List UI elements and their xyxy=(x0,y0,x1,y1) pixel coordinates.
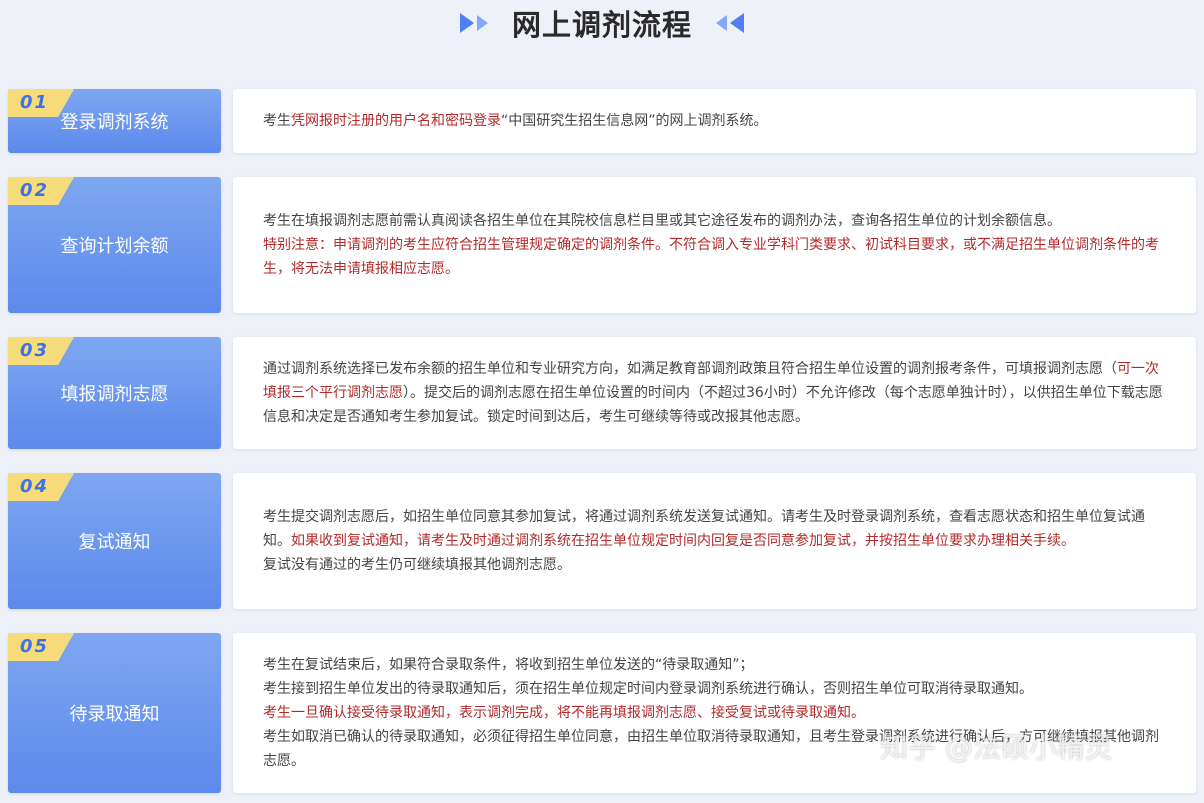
arrow-left-icon xyxy=(716,13,744,33)
step-label-card: 05 待录取通知 xyxy=(8,633,221,793)
step-label-card: 02 查询计划余额 xyxy=(8,177,221,313)
step-description: 考生在复试结束后，如果符合录取条件，将收到招生单位发送的“待录取通知”； 考生接… xyxy=(233,633,1196,793)
step-name: 复试通知 xyxy=(78,532,151,553)
step-number: 05 xyxy=(20,636,50,657)
step-number: 03 xyxy=(20,340,50,361)
step-name: 待录取通知 xyxy=(69,704,160,725)
description-line: 复试没有通过的考生仍可继续填报其他调剂志愿。 xyxy=(263,557,571,573)
warning-line: 考生一旦确认接受待录取通知，表示调剂完成，将不能再填报调剂志愿、接受复试或待录取… xyxy=(263,705,865,721)
description-line: 考生提交调剂志愿后，如招生单位同意其参加复试，将通过调剂系统发送复试通知。请考生… xyxy=(263,509,1145,549)
step-description: 通过调剂系统选择已发布余额的招生单位和专业研究方向，如满足教育部调剂政策且符合招… xyxy=(233,337,1196,449)
page-header: 网上调剂流程 xyxy=(0,0,1204,46)
step-number: 04 xyxy=(20,476,50,497)
watermark: 知乎 @法硕小精灵 xyxy=(880,731,1113,764)
step-2: 02 查询计划余额 考生在填报调剂志愿前需认真阅读各招生单位在其院校信息栏目里或… xyxy=(8,177,1196,313)
step-label-card: 01 登录调剂系统 xyxy=(8,89,221,153)
arrow-right-icon xyxy=(459,13,488,33)
step-name: 填报调剂志愿 xyxy=(60,384,169,405)
step-description: 考生提交调剂志愿后，如招生单位同意其参加复试，将通过调剂系统发送复试通知。请考生… xyxy=(233,473,1196,609)
step-description: 考生凭网报时注册的用户名和密码登录“中国研究生招生信息网”的网上调剂系统。 xyxy=(233,89,1196,153)
step-3: 03 填报调剂志愿 通过调剂系统选择已发布余额的招生单位和专业研究方向，如满足教… xyxy=(8,337,1196,449)
step-4: 04 复试通知 考生提交调剂志愿后，如招生单位同意其参加复试，将通过调剂系统发送… xyxy=(8,473,1196,609)
step-label-card: 04 复试通知 xyxy=(8,473,221,609)
description-line: 通过调剂系统选择已发布余额的招生单位和专业研究方向，如满足教育部调剂政策且符合招… xyxy=(263,361,1163,425)
step-name: 登录调剂系统 xyxy=(60,112,169,133)
description-line: 考生接到招生单位发出的待录取通知后，须在招生单位规定时间内登录调剂系统进行确认，… xyxy=(263,681,1033,697)
step-label-card: 03 填报调剂志愿 xyxy=(8,337,221,449)
step-description: 考生在填报调剂志愿前需认真阅读各招生单位在其院校信息栏目里或其它途径发布的调剂办… xyxy=(233,177,1196,313)
step-5: 05 待录取通知 考生在复试结束后，如果符合录取条件，将收到招生单位发送的“待录… xyxy=(8,633,1196,793)
page-title: 网上调剂流程 xyxy=(511,8,692,42)
description-line: 考生在填报调剂志愿前需认真阅读各招生单位在其院校信息栏目里或其它途径发布的调剂办… xyxy=(263,213,1061,229)
description-line: 考生凭网报时注册的用户名和密码登录“中国研究生招生信息网”的网上调剂系统。 xyxy=(263,113,768,129)
description-line: 考生在复试结束后，如果符合录取条件，将收到招生单位发送的“待录取通知”； xyxy=(263,657,754,673)
step-1: 01 登录调剂系统 考生凭网报时注册的用户名和密码登录“中国研究生招生信息网”的… xyxy=(8,89,1196,153)
step-name: 查询计划余额 xyxy=(60,236,169,257)
warning-line: 特别注意：申请调剂的考生应符合招生管理规定确定的调剂条件。不符合调入专业学科门类… xyxy=(263,237,1159,277)
step-number: 02 xyxy=(20,180,50,201)
